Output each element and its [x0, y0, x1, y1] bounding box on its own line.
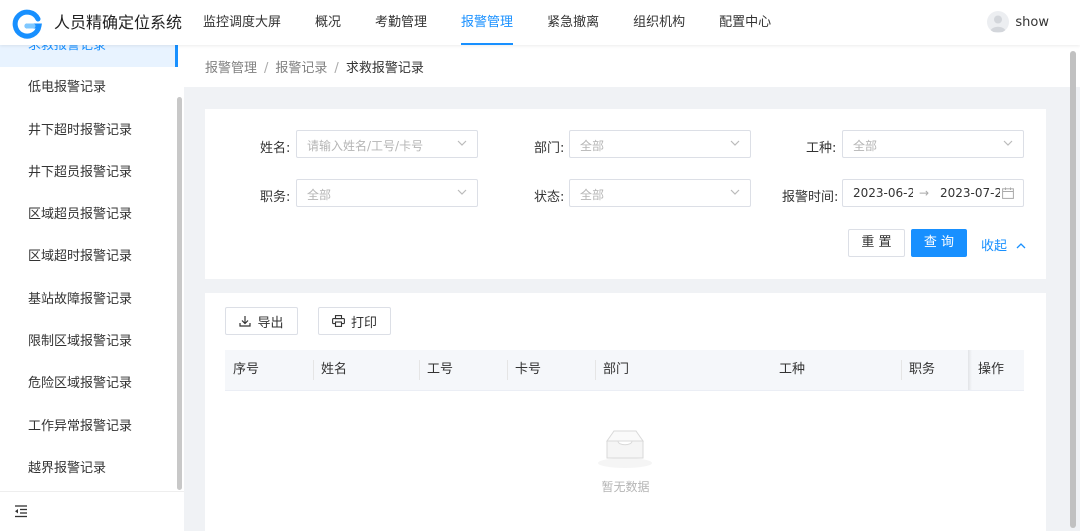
sidebar-item-underground-overcrowd-alarm[interactable]: 井下超员报警记录 [0, 152, 178, 194]
fixed-column-shadow [968, 350, 972, 390]
sidebar-item-boundary-alarm[interactable]: 越界报警记录 [0, 448, 178, 490]
worktype-filter-label: 工种: [806, 141, 837, 156]
column-header-department: 部门 [603, 362, 630, 377]
column-header-employee-id: 工号 [427, 362, 454, 377]
column-divider [313, 360, 314, 380]
sidebar-item-underground-overtime-alarm[interactable]: 井下超时报警记录 [0, 110, 178, 152]
chevron-up-icon [1016, 243, 1026, 249]
post-filter-label: 职务: [260, 190, 291, 205]
post-select-placeholder: 全部 [307, 188, 332, 202]
chevron-down-icon [457, 140, 467, 146]
nav-item-attendance[interactable]: 考勤管理 [358, 0, 444, 45]
column-header-actions: 操作 [978, 362, 1005, 377]
sidebar-scrollbar[interactable] [177, 97, 182, 490]
column-header-name: 姓名 [321, 362, 348, 377]
range-arrow: → [919, 186, 930, 200]
dept-select[interactable]: 全部 [569, 130, 751, 158]
table-panel: 导出 打印 序号 姓名 工号 卡号 部门 工种 职务 操作 暂无数据 [205, 293, 1046, 531]
breadcrumb-item-current: 求救报警记录 [345, 61, 424, 76]
user-icon [990, 15, 1007, 32]
sidebar-menu: 求救报警记录 低电报警记录 井下超时报警记录 井下超员报警记录 区域超员报警记录… [0, 45, 178, 490]
main-nav: 监控调度大屏 概况 考勤管理 报警管理 紧急撤离 组织机构 配置中心 [186, 0, 788, 45]
chevron-down-icon [730, 189, 740, 195]
table-header: 序号 姓名 工号 卡号 部门 工种 职务 操作 [225, 350, 1024, 391]
sidebar-item-area-overtime-alarm[interactable]: 区域超时报警记录 [0, 236, 178, 278]
column-header-card-id: 卡号 [515, 362, 542, 377]
nav-item-emergency-evacuation[interactable]: 紧急撤离 [530, 0, 616, 45]
name-search-placeholder: 请输入姓名/工号/卡号 [307, 139, 424, 153]
reset-button[interactable]: 重 置 [848, 229, 905, 257]
chevron-down-icon [730, 140, 740, 146]
post-select[interactable]: 全部 [296, 179, 478, 207]
breadcrumb-item-alarm-records[interactable]: 报警记录 [275, 61, 327, 76]
status-filter-label: 状态: [534, 190, 565, 205]
column-divider [595, 360, 596, 380]
print-button-label: 打印 [350, 315, 377, 331]
sidebar-item-work-abnormal-alarm[interactable]: 工作异常报警记录 [0, 406, 178, 448]
breadcrumb: 报警管理 / 报警记录 / 求救报警记录 [205, 57, 424, 76]
name-search-select[interactable]: 请输入姓名/工号/卡号 [296, 130, 478, 158]
sidebar-item-danger-area-alarm[interactable]: 危险区域报警记录 [0, 363, 178, 405]
top-bar: 人员精确定位系统 监控调度大屏 概况 考勤管理 报警管理 紧急撤离 组织机构 配… [0, 0, 1080, 45]
nav-item-alarm-management[interactable]: 报警管理 [444, 0, 530, 45]
nav-item-monitor-screen[interactable]: 监控调度大屏 [186, 0, 298, 45]
alarm-time-end[interactable]: 2023-07-2 [940, 186, 1000, 200]
filter-panel: 姓名: 请输入姓名/工号/卡号 部门: 全部 工种: 全部 职务: 全部 状态:… [205, 109, 1046, 279]
column-divider [901, 360, 902, 380]
alarm-time-start[interactable]: 2023-06-2 [853, 186, 913, 200]
empty-inbox-icon [598, 430, 652, 468]
dept-filter-label: 部门: [534, 141, 565, 156]
collapse-filters-label: 收起 [981, 239, 1008, 254]
status-select[interactable]: 全部 [569, 179, 751, 207]
export-button-label: 导出 [257, 315, 284, 331]
column-header-work-type: 工种 [779, 362, 806, 377]
column-header-post: 职务 [909, 362, 936, 377]
sidebar-footer [0, 491, 184, 531]
avatar [987, 11, 1010, 33]
column-divider [507, 360, 508, 380]
collapse-filters-link[interactable]: 收起 [981, 235, 1026, 254]
sidebar-item-low-battery-alarm[interactable]: 低电报警记录 [0, 67, 178, 109]
app-logo-icon [12, 9, 42, 39]
calendar-icon [1002, 187, 1014, 199]
download-icon [239, 316, 252, 327]
status-select-placeholder: 全部 [580, 188, 605, 202]
sidebar-item-station-fault-alarm[interactable]: 基站故障报警记录 [0, 279, 178, 321]
nav-item-organization[interactable]: 组织机构 [616, 0, 702, 45]
chevron-down-icon [457, 189, 467, 195]
breadcrumb-item-alarm-management[interactable]: 报警管理 [205, 61, 257, 76]
empty-state-text: 暂无数据 [601, 480, 650, 494]
print-button[interactable]: 打印 [318, 307, 391, 335]
worktype-select[interactable]: 全部 [842, 130, 1024, 158]
nav-item-overview[interactable]: 概况 [298, 0, 358, 45]
menu-fold-icon[interactable] [14, 504, 28, 518]
name-filter-label: 姓名: [260, 141, 291, 156]
user-name: show [1015, 14, 1049, 30]
app-title: 人员精确定位系统 [54, 13, 183, 32]
column-header-index: 序号 [233, 362, 260, 377]
sidebar-item-area-overcrowd-alarm[interactable]: 区域超员报警记录 [0, 194, 178, 236]
sidebar-item-sos-alarm[interactable]: 求救报警记录 [0, 45, 178, 68]
query-button[interactable]: 查 询 [911, 229, 967, 257]
alarm-time-filter-label: 报警时间: [782, 190, 839, 205]
dept-select-placeholder: 全部 [580, 139, 605, 153]
export-button[interactable]: 导出 [225, 307, 298, 335]
chevron-down-icon [1003, 140, 1013, 146]
sidebar: 求救报警记录 低电报警记录 井下超时报警记录 井下超员报警记录 区域超员报警记录… [0, 45, 184, 531]
breadcrumb-separator: / [334, 61, 339, 76]
alarm-time-range-picker[interactable]: 2023-06-2 → 2023-07-2 [842, 179, 1024, 207]
column-divider [419, 360, 420, 380]
main-scrollbar[interactable] [1070, 51, 1076, 528]
nav-item-config-center[interactable]: 配置中心 [702, 0, 788, 45]
breadcrumb-bar: 报警管理 / 报警记录 / 求救报警记录 [184, 45, 1080, 87]
sidebar-item-restricted-area-alarm[interactable]: 限制区域报警记录 [0, 321, 178, 363]
breadcrumb-separator: / [264, 61, 269, 76]
user-menu[interactable]: show [987, 11, 1049, 33]
printer-icon [332, 315, 345, 327]
worktype-select-placeholder: 全部 [853, 139, 878, 153]
